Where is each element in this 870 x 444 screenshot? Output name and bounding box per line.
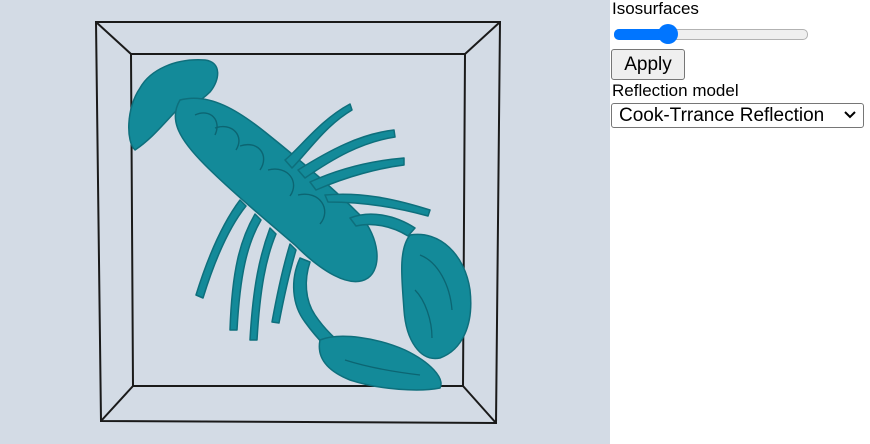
reflection-model-label: Reflection model [612,81,739,100]
reflection-model-select[interactable]: Cook-Trrance Reflection [611,103,864,128]
render-viewport[interactable] [0,0,610,444]
isosurfaces-slider[interactable] [614,24,808,44]
reflection-model-selected-value: Cook-Trrance Reflection [619,105,825,126]
chevron-down-icon [844,111,856,119]
slider-thumb[interactable] [657,24,678,44]
isosurfaces-label: Isosurfaces [612,0,699,18]
apply-button[interactable]: Apply [611,49,685,80]
control-panel: Isosurfaces Apply Reflection model Cook-… [611,0,870,444]
lobster-model-icon [128,59,472,391]
volume-render-canvas[interactable] [0,0,610,444]
